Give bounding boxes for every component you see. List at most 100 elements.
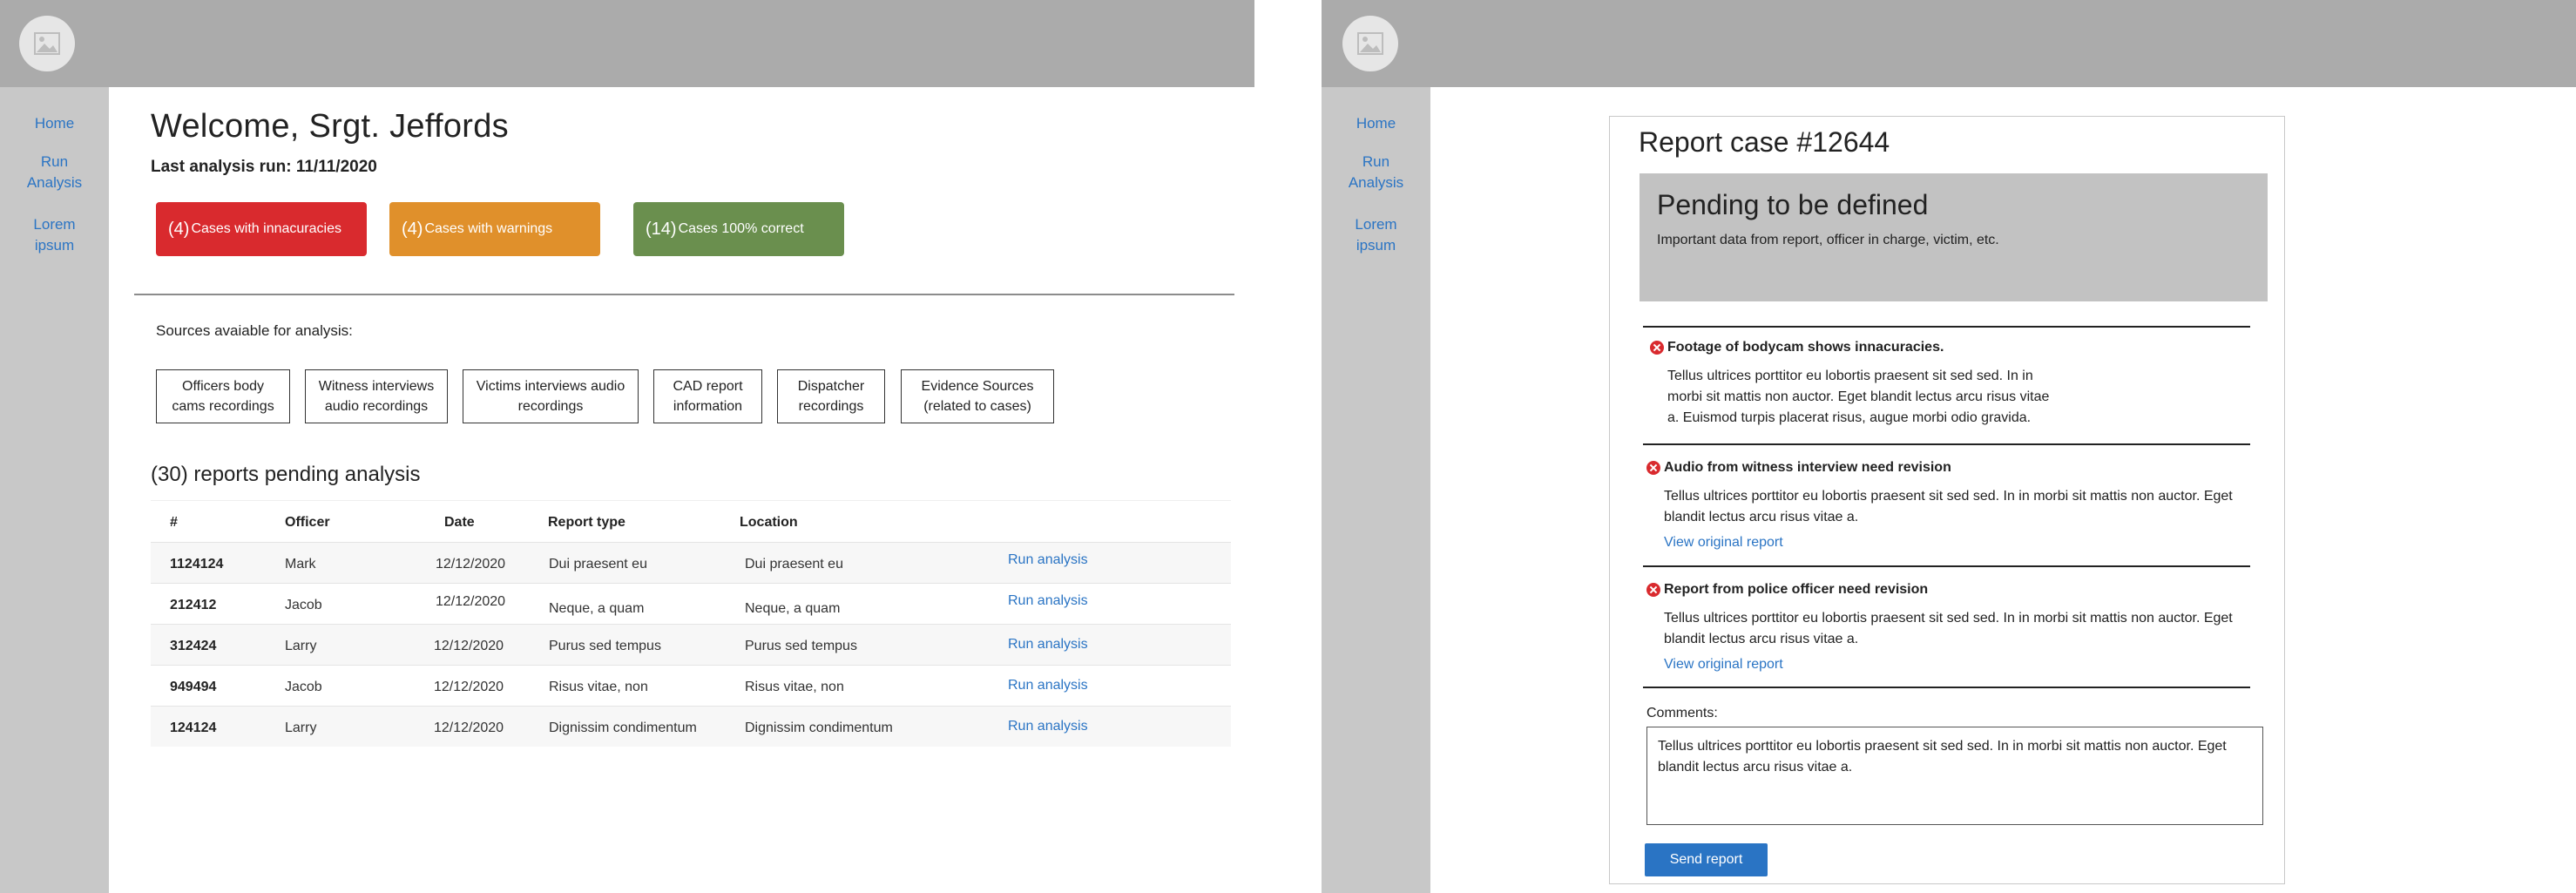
- cell-location: Purus sed tempus: [745, 639, 857, 653]
- source-label-line: Victims interviews audio: [476, 379, 625, 394]
- logo[interactable]: [19, 16, 75, 71]
- cell-id: 212412: [170, 598, 217, 612]
- top-bar: [1322, 0, 2576, 87]
- cell-officer: Jacob: [285, 598, 322, 612]
- source-label-line: information: [673, 399, 743, 414]
- sidebar-item-home[interactable]: Home: [1322, 113, 1430, 134]
- cell-id: 949494: [170, 680, 217, 694]
- cell-report-type: Risus vitae, non: [549, 680, 648, 694]
- card-label: Cases 100% correct: [678, 221, 804, 236]
- source-cad-report[interactable]: CAD report information: [653, 369, 762, 423]
- table-row: 124124 Larry 12/12/2020 Dignissim condim…: [151, 706, 1231, 747]
- page-title: Welcome, Srgt. Jeffords: [151, 108, 509, 145]
- column-header-report-type: Report type: [548, 515, 625, 530]
- divider: [1643, 687, 2250, 688]
- divider: [1643, 565, 2250, 567]
- source-dispatcher[interactable]: Dispatcher recordings: [777, 369, 885, 423]
- pending-reports-title: (30) reports pending analysis: [151, 463, 421, 486]
- table-row: 212412 Jacob 12/12/2020 Neque, a quam Ne…: [151, 583, 1231, 624]
- cell-date: 12/12/2020: [434, 680, 504, 694]
- cell-officer: Mark: [285, 557, 316, 572]
- summary-subtitle: Important data from report, officer in c…: [1657, 233, 1999, 247]
- cell-report-type: Dui praesent eu: [549, 557, 647, 572]
- issue-body-line: a. Euismod turpis placerat risus, augue …: [1667, 410, 2032, 425]
- image-placeholder-icon: [1357, 32, 1383, 55]
- source-label-line: recordings: [798, 399, 864, 414]
- card-cases-warnings[interactable]: (4) Cases with warnings: [389, 202, 600, 256]
- source-evidence[interactable]: Evidence Sources (related to cases): [901, 369, 1054, 423]
- run-analysis-link[interactable]: Run analysis: [1008, 637, 1088, 653]
- source-label-line: Evidence Sources: [921, 379, 1034, 394]
- last-analysis-run: Last analysis run: 11/11/2020: [151, 158, 377, 176]
- table-row: 1124124 Mark 12/12/2020 Dui praesent eu …: [151, 542, 1231, 583]
- table-header: # Officer Date Report type Location: [151, 500, 1231, 542]
- cell-location: Risus vitae, non: [745, 680, 844, 694]
- cell-report-type: Purus sed tempus: [549, 639, 661, 653]
- column-header-date: Date: [444, 515, 475, 530]
- source-witness-interviews[interactable]: Witness interviews audio recordings: [305, 369, 448, 423]
- cell-id: 312424: [170, 639, 217, 653]
- cell-date: 12/12/2020: [436, 557, 506, 572]
- column-header-officer: Officer: [285, 515, 330, 530]
- sidebar: Home Run Analysis Lorem ipsum: [1322, 87, 1430, 893]
- source-label-line: (related to cases): [923, 399, 1031, 414]
- issue-body: Tellus ultrices porttitor eu lobortis pr…: [1664, 608, 2233, 650]
- view-original-report-link[interactable]: View original report: [1664, 657, 1783, 673]
- source-label-line: Officers body: [182, 379, 264, 394]
- source-label-line: CAD report: [673, 379, 743, 394]
- issue-title: Footage of bodycam shows innacuracies.: [1667, 340, 1944, 355]
- card-label: Cases with warnings: [424, 221, 553, 236]
- card-count: (4): [402, 219, 423, 239]
- reports-table: # Officer Date Report type Location 1124…: [151, 500, 1231, 747]
- report-screen: Home Run Analysis Lorem ipsum Report case …: [1322, 0, 2576, 893]
- issue-body-line: Tellus ultrices porttitor eu lobortis pr…: [1664, 489, 2233, 504]
- sidebar-item-run-analysis[interactable]: Run Analysis: [0, 152, 109, 193]
- cell-date: 12/12/2020: [434, 720, 504, 735]
- cell-location: Neque, a quam: [745, 601, 841, 616]
- sidebar-item-lorem-ipsum[interactable]: Lorem ipsum: [0, 214, 109, 256]
- divider: [1643, 326, 2250, 328]
- cell-officer: Jacob: [285, 680, 322, 694]
- report-title: Report case #12644: [1639, 126, 1890, 158]
- issue-body-line: blandit lectus arcu risus vitae a.: [1664, 510, 1859, 524]
- source-victims-interviews[interactable]: Victims interviews audio recordings: [463, 369, 639, 423]
- issue-body-line: morbi sit mattis non auctor. Eget blandi…: [1667, 389, 2050, 404]
- source-label-line: audio recordings: [324, 399, 429, 414]
- run-analysis-link[interactable]: Run analysis: [1008, 678, 1088, 693]
- send-report-button[interactable]: Send report: [1645, 843, 1768, 876]
- report-panel: Report case #12644 Pending to be defined…: [1609, 116, 2285, 884]
- issue-body: Tellus ultrices porttitor eu lobortis pr…: [1664, 486, 2233, 528]
- cell-report-type: Neque, a quam: [549, 601, 645, 616]
- top-bar: [0, 0, 1254, 87]
- sidebar-item-lorem-ipsum[interactable]: Lorem ipsum: [1322, 214, 1430, 256]
- cell-id: 1124124: [170, 557, 224, 572]
- error-x-icon: [1646, 583, 1660, 597]
- error-x-icon: [1646, 461, 1660, 475]
- issue-title: Report from police officer need revision: [1664, 582, 1929, 597]
- comments-label: Comments:: [1646, 706, 1718, 720]
- table-row: 312424 Larry 12/12/2020 Purus sed tempus…: [151, 624, 1231, 665]
- source-label-line: Dispatcher: [797, 379, 865, 394]
- sidebar-item-run-analysis[interactable]: Run Analysis: [1322, 152, 1430, 193]
- card-cases-innacuracies[interactable]: (4) Cases with innacuracies: [156, 202, 367, 256]
- card-cases-correct[interactable]: (14) Cases 100% correct: [633, 202, 844, 256]
- comments-textarea[interactable]: Tellus ultrices porttitor eu lobortis pr…: [1646, 727, 2263, 825]
- cell-date: 12/12/2020: [436, 594, 506, 609]
- cell-officer: Larry: [285, 720, 317, 735]
- sidebar-item-home[interactable]: Home: [0, 113, 109, 134]
- table-row: 949494 Jacob 12/12/2020 Risus vitae, non…: [151, 665, 1231, 706]
- sources-title: Sources avaiable for analysis:: [156, 322, 353, 339]
- cell-location: Dignissim condimentum: [745, 720, 893, 735]
- source-label-line: recordings: [517, 399, 584, 414]
- source-label-line: Witness interviews: [318, 379, 435, 394]
- view-original-report-link[interactable]: View original report: [1664, 535, 1783, 551]
- issue-title: Audio from witness interview need revisi…: [1664, 460, 1951, 475]
- source-body-cams[interactable]: Officers body cams recordings: [156, 369, 290, 423]
- card-label: Cases with innacuracies: [191, 221, 341, 236]
- divider: [1643, 443, 2250, 445]
- issue-body: Tellus ultrices porttitor eu lobortis pr…: [1667, 366, 2049, 429]
- logo[interactable]: [1342, 16, 1398, 71]
- run-analysis-link[interactable]: Run analysis: [1008, 719, 1088, 734]
- run-analysis-link[interactable]: Run analysis: [1008, 552, 1088, 568]
- run-analysis-link[interactable]: Run analysis: [1008, 593, 1088, 609]
